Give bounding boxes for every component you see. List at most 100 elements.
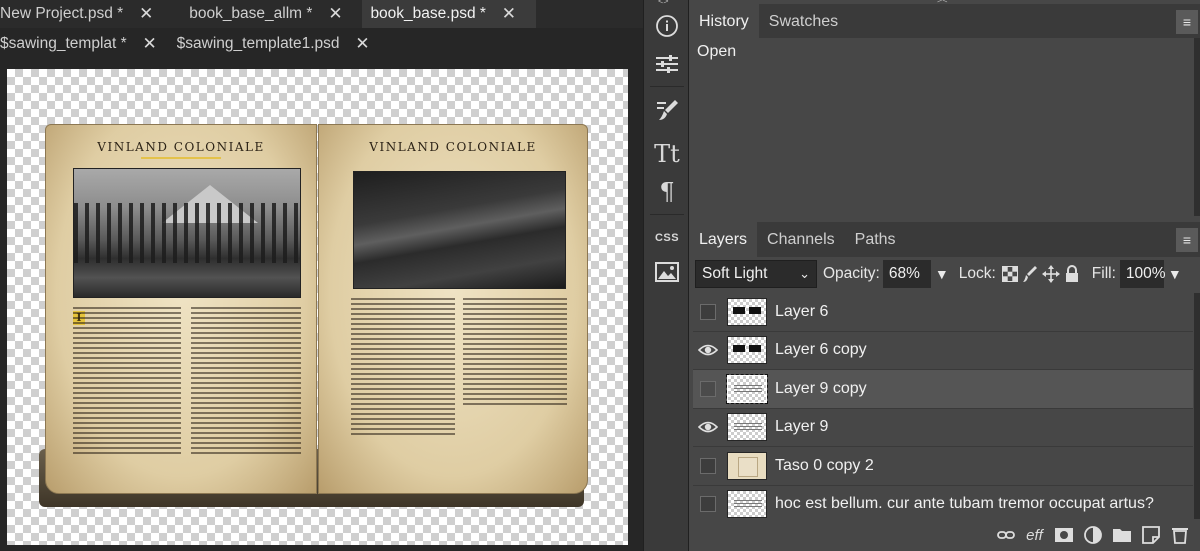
layer-thumbnail	[727, 297, 767, 326]
fill-dropdown-icon[interactable]: ▼	[1168, 266, 1182, 282]
tab-label: $sawing_template1.psd	[176, 35, 340, 52]
lock-transparency-icon[interactable]	[1001, 266, 1018, 282]
opacity-dropdown-icon[interactable]: ▼	[935, 266, 949, 282]
tab-sawing-template[interactable]: $sawing_templat * ✕	[0, 30, 177, 58]
close-icon[interactable]: ✕	[500, 4, 518, 24]
side-tool-strip: <> Tt ¶ CSS	[643, 0, 689, 551]
layer-row[interactable]: Taso 0 copy 2	[693, 447, 1193, 486]
paragraph-icon[interactable]: ¶	[644, 174, 690, 210]
fill-field[interactable]: 100%	[1119, 260, 1166, 288]
type-tool-icon[interactable]: Tt	[644, 136, 690, 172]
link-icon[interactable]	[991, 521, 1020, 549]
layer-thumbnail	[726, 373, 768, 404]
visibility-toggle[interactable]	[693, 447, 723, 485]
visibility-toggle[interactable]	[693, 370, 723, 408]
tab-new-project[interactable]: New Project.psd * ✕	[0, 0, 173, 28]
document-tabs-row-1: New Project.psd * ✕ book_base_allm * ✕ b…	[0, 0, 643, 28]
layer-row[interactable]: Layer 6 copy	[693, 331, 1193, 370]
visibility-off-box	[700, 303, 716, 320]
text-column	[351, 298, 455, 438]
layer-mask-icon[interactable]	[1049, 521, 1078, 549]
visibility-off-box	[700, 380, 716, 397]
layer-name: hoc est bellum. cur ante tubam tremor oc…	[775, 495, 1154, 513]
image-icon[interactable]	[644, 254, 690, 290]
text-column	[463, 298, 567, 408]
layer-row-selected[interactable]: Layer 9 copy	[693, 370, 1193, 409]
info-icon[interactable]	[644, 8, 690, 44]
history-panel-menu-button[interactable]: ≡	[1176, 10, 1198, 34]
canvas[interactable]: VINLAND COLONIALE I VINLAND COLONIALE	[7, 69, 628, 545]
visibility-toggle[interactable]	[693, 408, 723, 446]
tab-history[interactable]: History	[689, 4, 759, 39]
right-panels: >< History Swatches ≡ Open Layers Channe…	[689, 0, 1200, 551]
tab-sawing-template1[interactable]: $sawing_template1.psd ✕	[177, 30, 390, 58]
tab-label: New Project.psd *	[0, 5, 124, 22]
layer-options-bar: Soft Light ⌄ Opacity: 68% ▼ Lock: Fill: …	[689, 257, 1200, 291]
chevron-down-icon: ⌄	[799, 266, 810, 281]
text-column	[191, 307, 301, 457]
layers-footer-toolbar: eff	[689, 519, 1200, 551]
collapse-toggle-left[interactable]: <>	[658, 0, 669, 6]
tab-book-base-allm[interactable]: book_base_allm * ✕	[173, 0, 362, 28]
lock-move-icon[interactable]	[1041, 265, 1060, 283]
layers-panel-menu-button[interactable]: ≡	[1176, 228, 1198, 252]
tab-paths[interactable]: Paths	[845, 222, 906, 257]
history-panel-tabs: History Swatches ≡	[689, 4, 1200, 39]
brush-icon[interactable]	[644, 92, 690, 128]
history-list: Open	[693, 38, 1195, 216]
tab-channels[interactable]: Channels	[757, 222, 845, 257]
eye-icon	[698, 421, 718, 433]
layer-thumbnail	[727, 490, 767, 519]
document-area: New Project.psd * ✕ book_base_allm * ✕ b…	[0, 0, 643, 551]
lock-controls	[1001, 265, 1080, 283]
adjustment-layer-icon[interactable]	[1078, 521, 1107, 549]
layer-thumbnail	[727, 336, 767, 365]
close-icon[interactable]: ✕	[326, 4, 344, 24]
layer-thumbnail	[727, 413, 767, 442]
lock-paint-icon[interactable]	[1022, 265, 1038, 283]
layer-row[interactable]: Layer 6	[693, 293, 1193, 332]
page-title-left: VINLAND COLONIALE	[46, 140, 316, 159]
opacity-field[interactable]: 68%	[882, 260, 931, 288]
close-icon[interactable]: ✕	[137, 4, 155, 24]
layer-row[interactable]: hoc est bellum. cur ante tubam tremor oc…	[693, 485, 1193, 519]
visibility-off-box	[700, 496, 716, 513]
book-page-right: VINLAND COLONIALE	[318, 124, 588, 494]
layers-scrollbar[interactable]	[1194, 293, 1200, 519]
visibility-off-box	[700, 457, 716, 474]
layer-thumbnail	[727, 451, 767, 480]
folder-icon[interactable]	[1107, 521, 1136, 549]
blend-mode-select[interactable]: Soft Light ⌄	[695, 260, 817, 288]
tab-label: $sawing_templat *	[0, 35, 127, 52]
new-layer-icon[interactable]	[1136, 521, 1165, 549]
layer-row[interactable]: Layer 9	[693, 408, 1193, 447]
tab-book-base[interactable]: book_base.psd * ✕	[362, 0, 536, 28]
visibility-toggle[interactable]	[693, 485, 723, 519]
eye-icon	[698, 344, 718, 356]
layer-name: Layer 9	[775, 418, 829, 436]
lock-all-icon[interactable]	[1064, 265, 1080, 283]
layer-name: Layer 9 copy	[775, 379, 867, 397]
document-tabs-row-2: $sawing_templat * ✕ $sawing_template1.ps…	[0, 30, 643, 58]
trash-icon[interactable]	[1165, 521, 1194, 549]
tab-label: book_base_allm *	[189, 5, 313, 22]
effects-icon[interactable]: eff	[1020, 521, 1049, 549]
page-photo-left	[73, 168, 301, 298]
page-photo-right	[353, 171, 566, 289]
tab-swatches[interactable]: Swatches	[759, 4, 848, 39]
fill-label: Fill:	[1091, 265, 1116, 282]
sliders-icon[interactable]	[644, 46, 690, 82]
text-column	[73, 307, 181, 457]
layer-name: Layer 6 copy	[775, 341, 867, 359]
opacity-label: Opacity:	[823, 265, 880, 282]
history-item[interactable]: Open	[693, 38, 1195, 66]
visibility-toggle[interactable]	[693, 331, 723, 369]
css-icon[interactable]: CSS	[644, 220, 690, 256]
visibility-toggle[interactable]	[693, 293, 723, 331]
history-scrollbar[interactable]	[1194, 38, 1200, 216]
close-icon[interactable]: ✕	[141, 34, 159, 54]
book-page-left: VINLAND COLONIALE I	[45, 124, 317, 494]
tab-layers[interactable]: Layers	[689, 222, 758, 257]
close-icon[interactable]: ✕	[354, 34, 372, 54]
layer-name: Taso 0 copy 2	[775, 456, 874, 474]
